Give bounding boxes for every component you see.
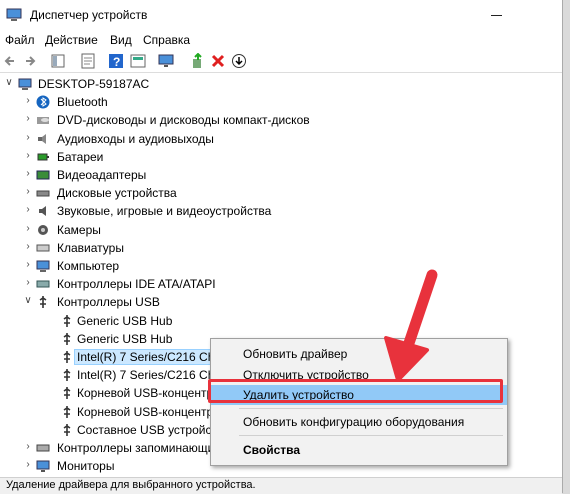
- camera-icon: [38, 224, 48, 235]
- usb-icon: [63, 423, 71, 436]
- menu-view[interactable]: Вид: [110, 33, 132, 47]
- usb-icon: [39, 296, 47, 309]
- expand-chevron-icon[interactable]: ›: [22, 132, 34, 144]
- tree-label: Bluetooth: [57, 95, 108, 110]
- tree-label: Generic USB Hub: [77, 331, 173, 346]
- keyboard-icon: [36, 244, 50, 252]
- expand-chevron-icon[interactable]: ›: [22, 113, 34, 125]
- bluetooth-icon: [36, 95, 50, 109]
- disk-drive-icon: [36, 190, 50, 197]
- expand-chevron-icon[interactable]: ›: [22, 459, 34, 471]
- computer-icon: [36, 260, 50, 272]
- expand-chevron-icon[interactable]: ›: [22, 259, 34, 271]
- device-manager-icon: [6, 8, 22, 21]
- tree-label: Контроллеры IDE ATA/ATAPI: [57, 277, 216, 292]
- expand-chevron-icon[interactable]: ›: [22, 204, 34, 216]
- tree-row[interactable]: › Bluetooth: [0, 93, 540, 111]
- tree-row[interactable]: › Камеры: [0, 221, 540, 239]
- expand-chevron-icon[interactable]: ›: [22, 95, 34, 107]
- usb-icon: [63, 369, 71, 382]
- svg-text:?: ?: [113, 55, 120, 69]
- tree-row[interactable]: Generic USB Hub: [0, 312, 540, 330]
- tree-row[interactable]: ∨ Контроллеры USB: [0, 293, 540, 311]
- download-circle-icon[interactable]: [231, 53, 247, 69]
- menu-scan-hardware[interactable]: Обновить конфигурацию оборудования: [211, 412, 507, 432]
- tree-label: Батареи: [57, 149, 104, 164]
- usb-icon: [63, 351, 71, 363]
- status-bar: Удаление драйвера для выбранного устройс…: [0, 477, 562, 494]
- usb-icon: [63, 387, 71, 400]
- forward-arrow-icon[interactable]: [22, 53, 38, 69]
- tree-label: Контроллеры USB: [57, 295, 160, 310]
- monitor-icon: [36, 460, 50, 473]
- update-driver-icon[interactable]: [190, 53, 206, 69]
- tree-label: Видеоадаптеры: [57, 168, 147, 182]
- window-title: Диспетчер устройств: [30, 8, 148, 22]
- tree-row[interactable]: › Видеоадаптеры: [0, 166, 540, 184]
- tree-row[interactable]: › Клавиатуры: [0, 239, 540, 257]
- expand-chevron-icon[interactable]: ›: [22, 441, 34, 453]
- storage-controller-icon: [36, 444, 50, 452]
- back-arrow-icon[interactable]: [2, 53, 18, 69]
- expand-chevron-icon[interactable]: ›: [22, 277, 34, 289]
- collapse-chevron-icon[interactable]: ∨: [22, 295, 34, 307]
- tree-label: Клавиатуры: [57, 240, 124, 255]
- monitor-icon[interactable]: [158, 53, 174, 69]
- tree-row[interactable]: ∨ DESKTOP-59187AC: [0, 75, 540, 93]
- menu-bar: Файл Действие Вид Справка: [0, 30, 562, 50]
- sound-icon: [39, 206, 46, 217]
- tree-label: Камеры: [57, 222, 101, 237]
- expand-chevron-icon[interactable]: ›: [22, 168, 34, 180]
- tree-label: DESKTOP-59187AC: [38, 77, 150, 91]
- tree-row[interactable]: › Контроллеры IDE ATA/ATAPI: [0, 275, 540, 293]
- uninstall-x-icon[interactable]: [210, 53, 226, 69]
- tree-label: Компьютер: [57, 259, 120, 273]
- properties-icon[interactable]: [80, 53, 96, 69]
- battery-icon: [37, 153, 49, 161]
- help-icon[interactable]: ?: [108, 53, 124, 69]
- menu-file[interactable]: Файл: [5, 33, 35, 47]
- tree-label: Аудиовходы и аудиовыходы: [57, 131, 214, 146]
- expand-chevron-icon[interactable]: ›: [22, 150, 34, 162]
- menu-update-driver[interactable]: Обновить драйвер: [211, 344, 507, 364]
- collapse-chevron-icon[interactable]: ∨: [3, 77, 15, 89]
- usb-icon: [63, 405, 71, 418]
- tree-label: Составное USB устройство: [77, 422, 230, 437]
- audio-icon: [38, 133, 46, 144]
- tree-label: Generic USB Hub: [77, 313, 173, 328]
- dvd-drive-icon: [37, 117, 49, 125]
- menu-separator: [239, 408, 503, 409]
- tree-label: Звуковые, игровые и видеоустройства: [57, 204, 272, 219]
- tree-row[interactable]: › Батареи: [0, 148, 540, 166]
- ide-controller-icon: [36, 280, 50, 288]
- display-adapter-icon: [36, 170, 50, 180]
- view-icon[interactable]: [130, 53, 146, 69]
- expand-chevron-icon[interactable]: ›: [22, 186, 34, 198]
- status-text: Удаление драйвера для выбранного устройс…: [6, 479, 256, 491]
- tree-row[interactable]: › DVD-дисководы и дисководы компакт-диско…: [0, 111, 540, 129]
- toolbar: ?: [0, 50, 562, 73]
- tree-label: Мониторы: [57, 459, 115, 474]
- usb-icon: [63, 314, 71, 327]
- tree-row[interactable]: › Звуковые, игровые и видеоустройства: [0, 202, 540, 220]
- tree-row[interactable]: › Компьютер: [0, 257, 540, 275]
- tree-label: Дисковые устройства: [57, 186, 177, 201]
- minimize-button[interactable]: [482, 4, 512, 26]
- expand-chevron-icon[interactable]: ›: [22, 223, 34, 235]
- computer-icon: [18, 78, 32, 90]
- menu-action[interactable]: Действие: [45, 33, 98, 47]
- tree-label: DVD-дисководы и дисководы компакт-дисков: [57, 113, 310, 128]
- menu-properties[interactable]: Свойства: [211, 440, 507, 460]
- title-bar: Диспетчер устройств: [0, 0, 562, 30]
- menu-separator: [239, 435, 503, 436]
- tree-row[interactable]: › Аудиовходы и аудиовыходы: [0, 130, 540, 148]
- menu-help[interactable]: Справка: [143, 33, 190, 47]
- annotation-highlight-box: [208, 379, 503, 403]
- tree-row[interactable]: › Дисковые устройства: [0, 184, 540, 202]
- expand-chevron-icon[interactable]: ›: [22, 241, 34, 253]
- usb-icon: [63, 332, 71, 345]
- show-hide-tree-icon[interactable]: [50, 53, 66, 69]
